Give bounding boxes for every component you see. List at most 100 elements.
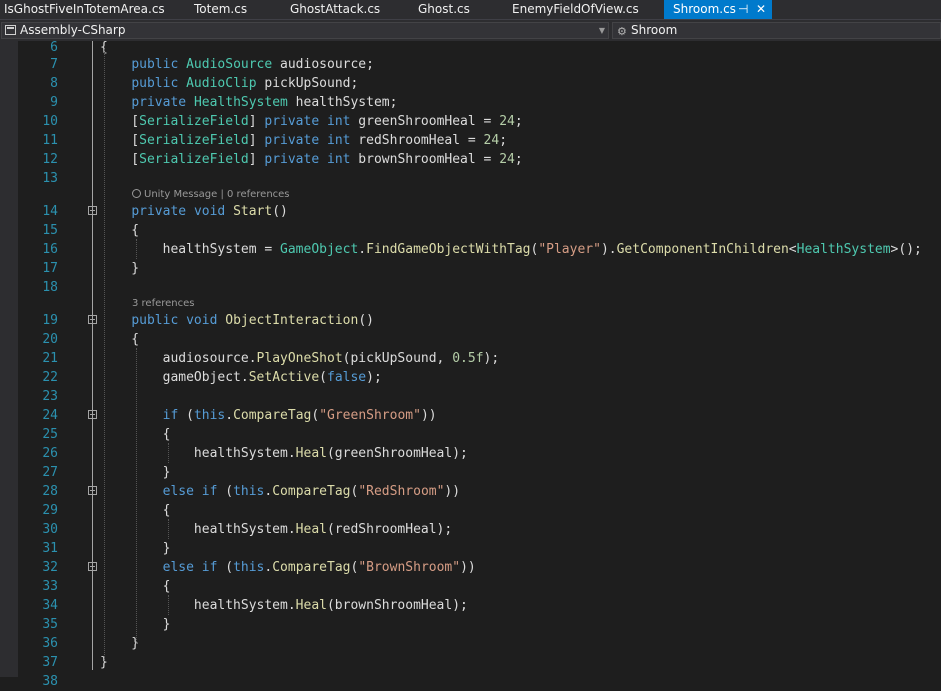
- code-token: >();: [890, 242, 922, 257]
- tab-isghostfiveintotemarea[interactable]: IsGhostFiveInTotemArea.cs: [4, 0, 165, 19]
- code-line[interactable]: 20 {: [0, 330, 941, 349]
- codelens-start[interactable]: Unity Message | 0 references: [132, 187, 290, 203]
- code-token: Start: [233, 204, 273, 219]
- code-token: (pickUpSound,: [342, 351, 453, 366]
- code-token: }: [100, 261, 140, 276]
- code-token: {: [100, 332, 140, 347]
- code-line[interactable]: 26 healthSystem.Heal(greenShroomHeal);: [0, 444, 941, 463]
- code-editor[interactable]: Unity Message | 0 references 3 reference…: [0, 40, 941, 689]
- code-line[interactable]: 15 {: [0, 221, 941, 240]
- chevron-down-icon: ▼: [598, 26, 605, 35]
- code-token: (redShroomHeal);: [326, 522, 453, 537]
- code-token: (): [358, 313, 374, 328]
- line-number: 20: [42, 332, 58, 347]
- code-token: gameObject.: [100, 370, 249, 385]
- code-line[interactable]: 30 healthSystem.Heal(redShroomHeal);: [0, 520, 941, 539]
- code-token: PlayOneShot: [256, 351, 343, 366]
- class-dropdown[interactable]: ⚙ Shroom: [612, 22, 941, 39]
- document-tab-bar: IsGhostFiveInTotemArea.cs Totem.cs Ghost…: [0, 0, 941, 19]
- code-token: <: [788, 242, 797, 257]
- code-line[interactable]: 35 }: [0, 615, 941, 634]
- code-line[interactable]: 17 }: [0, 259, 941, 278]
- code-line[interactable]: 16 healthSystem = GameObject.FindGameObj…: [0, 240, 941, 259]
- code-token: CompareTag: [272, 560, 351, 575]
- code-line[interactable]: 25 {: [0, 425, 941, 444]
- code-line[interactable]: 11 [SerializeField] private int redShroo…: [0, 131, 941, 150]
- code-line[interactable]: 32 else if (this.CompareTag("BrownShroom…: [0, 558, 941, 577]
- indent-guide: [168, 443, 169, 463]
- code-token: ;: [499, 133, 508, 148]
- unity-icon: [132, 189, 141, 198]
- line-number: 25: [42, 427, 58, 442]
- code-line[interactable]: 10 [SerializeField] private int greenShr…: [0, 112, 941, 131]
- close-icon[interactable]: ✕: [756, 0, 766, 19]
- code-line[interactable]: 37}: [0, 653, 941, 672]
- tab-totem[interactable]: Totem.cs: [194, 0, 247, 19]
- line-number: 10: [42, 114, 58, 129]
- code-line[interactable]: 34 healthSystem.Heal(brownShroomHeal);: [0, 596, 941, 615]
- code-line[interactable]: 24 if (this.CompareTag("GreenShroom")): [0, 406, 941, 425]
- code-line[interactable]: 18: [0, 278, 941, 297]
- code-line[interactable]: 12 [SerializeField] private int brownShr…: [0, 150, 941, 169]
- code-token: }: [100, 636, 140, 651]
- code-line[interactable]: 27 }: [0, 463, 941, 482]
- code-line[interactable]: 28 else if (this.CompareTag("RedShroom")…: [0, 482, 941, 501]
- tab-label: GhostAttack.cs: [290, 2, 381, 16]
- codelens-references[interactable]: 0 references: [227, 189, 290, 200]
- code-token: if: [162, 408, 179, 423]
- code-line[interactable]: 7 public AudioSource audiosource;: [0, 55, 941, 74]
- code-token: audiosource.: [100, 351, 257, 366]
- code-token: pickUpSound;: [256, 76, 359, 91]
- code-token: );: [483, 351, 500, 366]
- tab-enemyfieldofview[interactable]: EnemyFieldOfView.cs: [512, 0, 639, 19]
- code-token: private: [264, 133, 320, 148]
- indent-guide: [168, 519, 169, 539]
- code-line[interactable]: 33 {: [0, 577, 941, 596]
- code-text: else if (this.CompareTag("BrownShroom")): [100, 558, 476, 577]
- code-line[interactable]: 23: [0, 387, 941, 406]
- line-number: 29: [42, 503, 58, 518]
- code-token: FindGameObjectWithTag: [366, 242, 531, 257]
- code-token: greenShroomHeal =: [350, 114, 500, 129]
- code-line[interactable]: 9 private HealthSystem healthSystem;: [0, 93, 941, 112]
- code-token: GetComponentInChildren: [616, 242, 789, 257]
- code-line[interactable]: 38: [0, 672, 941, 691]
- codelens-objectinteraction[interactable]: 3 references: [132, 296, 195, 312]
- code-line[interactable]: 21 audiosource.PlayOneShot(pickUpSound, …: [0, 349, 941, 368]
- code-token: "BrownShroom": [358, 560, 461, 575]
- code-token: ;: [514, 114, 523, 129]
- codelens-unity-message[interactable]: Unity Message: [144, 189, 217, 200]
- line-number: 34: [42, 598, 58, 613]
- tab-shroom[interactable]: Shroom.cs ⊣ ✕: [664, 0, 772, 19]
- code-line[interactable]: 8 public AudioClip pickUpSound;: [0, 74, 941, 93]
- code-line[interactable]: 13: [0, 169, 941, 188]
- pin-icon[interactable]: ⊣: [738, 0, 748, 19]
- code-token: healthSystem.: [100, 598, 296, 613]
- indent-guide: [104, 49, 105, 661]
- code-line[interactable]: 36 }: [0, 634, 941, 653]
- line-number: 14: [42, 204, 58, 219]
- project-dropdown[interactable]: Assembly-CSharp ▼: [1, 22, 609, 39]
- line-number: 16: [42, 242, 58, 257]
- code-token: (: [217, 484, 234, 499]
- code-line[interactable]: 29 {: [0, 501, 941, 520]
- tab-ghost[interactable]: Ghost.cs: [418, 0, 470, 19]
- code-line[interactable]: 14 private void Start(): [0, 202, 941, 221]
- codelens-references[interactable]: 3 references: [132, 298, 195, 309]
- line-number: 17: [42, 261, 58, 276]
- code-line[interactable]: 31 }: [0, 539, 941, 558]
- code-line[interactable]: 22 gameObject.SetActive(false);: [0, 368, 941, 387]
- indent-guide: [136, 348, 137, 644]
- code-token: healthSystem.: [100, 446, 296, 461]
- tab-ghostattack[interactable]: GhostAttack.cs: [290, 0, 380, 19]
- code-line[interactable]: 19 public void ObjectInteraction(): [0, 311, 941, 330]
- code-text: public AudioClip pickUpSound;: [100, 74, 358, 93]
- line-number: 33: [42, 579, 58, 594]
